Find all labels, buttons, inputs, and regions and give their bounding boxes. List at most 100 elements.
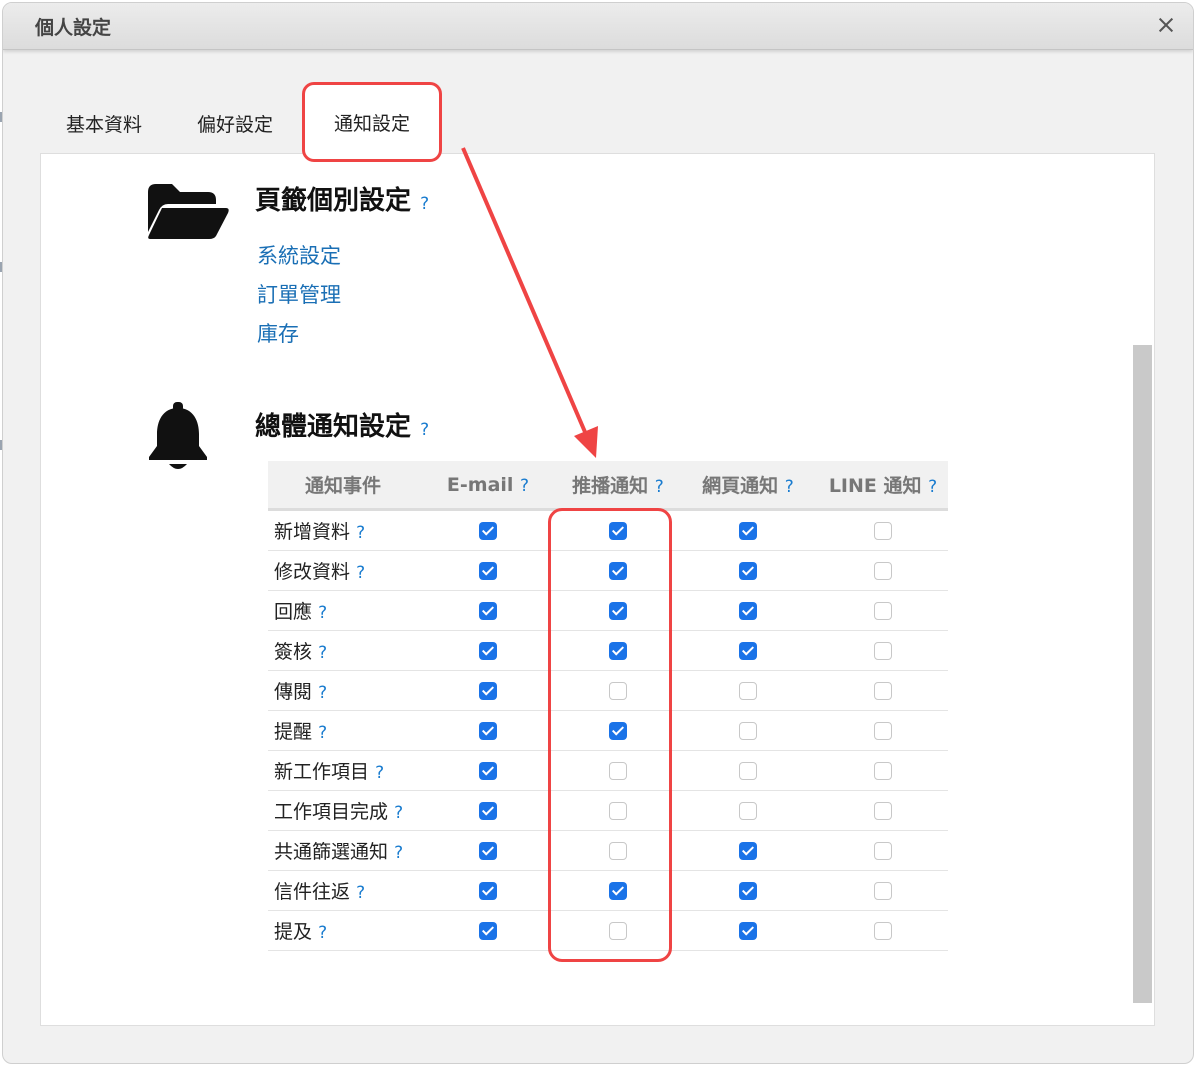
web-checkbox[interactable] <box>739 642 757 660</box>
email-checkbox[interactable] <box>479 882 497 900</box>
email-checkbox[interactable] <box>479 722 497 740</box>
push-checkbox[interactable] <box>609 842 627 860</box>
link-system-settings[interactable]: 系統設定 <box>257 240 341 270</box>
web-cell <box>678 750 818 791</box>
email-checkbox[interactable] <box>479 522 497 540</box>
event-label: 簽核 <box>274 641 313 663</box>
email-checkbox[interactable] <box>479 802 497 820</box>
help-icon[interactable]: ? <box>356 523 365 543</box>
event-label: 信件往返 <box>274 881 351 903</box>
web-checkbox[interactable] <box>739 562 757 580</box>
tab-notification-settings[interactable]: 通知設定 <box>302 82 442 162</box>
line-checkbox[interactable] <box>874 562 892 580</box>
push-checkbox[interactable] <box>609 722 627 740</box>
help-icon[interactable]: ? <box>356 883 365 903</box>
web-checkbox[interactable] <box>739 522 757 540</box>
event-cell: 工作項目完成 ? <box>268 790 418 831</box>
table-header-row: 通知事件 E-mail ? 推播通知 ? 網頁通知 ? LINE 通知 ? <box>268 461 948 511</box>
col-header-label: 推播通知 <box>572 475 649 497</box>
email-checkbox[interactable] <box>479 762 497 780</box>
email-cell <box>418 509 558 551</box>
line-cell <box>818 750 948 791</box>
line-checkbox[interactable] <box>874 522 892 540</box>
dialog-titlebar: 個人設定 <box>3 3 1193 50</box>
email-checkbox[interactable] <box>479 682 497 700</box>
event-cell: 共通篩選通知 ? <box>268 830 418 871</box>
help-icon[interactable]: ? <box>928 477 937 497</box>
web-checkbox[interactable] <box>739 802 757 820</box>
push-checkbox[interactable] <box>609 922 627 940</box>
email-cell <box>418 870 558 911</box>
web-cell <box>678 509 818 551</box>
email-checkbox[interactable] <box>479 602 497 620</box>
background-edge-mark <box>0 112 2 122</box>
line-checkbox[interactable] <box>874 842 892 860</box>
email-checkbox[interactable] <box>479 842 497 860</box>
push-checkbox[interactable] <box>609 682 627 700</box>
email-checkbox[interactable] <box>479 642 497 660</box>
line-checkbox[interactable] <box>874 762 892 780</box>
email-cell <box>418 830 558 871</box>
help-icon[interactable]: ? <box>318 603 327 623</box>
tab-preferences[interactable]: 偏好設定 <box>197 110 273 137</box>
help-icon[interactable]: ? <box>318 923 327 943</box>
tab-notification-settings-label: 通知設定 <box>333 112 410 135</box>
event-label: 新增資料 <box>274 521 351 543</box>
help-icon[interactable]: ? <box>394 803 403 823</box>
push-checkbox[interactable] <box>609 602 627 620</box>
help-icon[interactable]: ? <box>356 563 365 583</box>
email-cell <box>418 750 558 791</box>
help-icon[interactable]: ? <box>420 420 429 440</box>
link-inventory[interactable]: 庫存 <box>257 318 299 348</box>
push-checkbox[interactable] <box>609 762 627 780</box>
line-checkbox[interactable] <box>874 882 892 900</box>
table-row: 提醒 ? <box>268 710 948 751</box>
help-icon[interactable]: ? <box>785 477 794 497</box>
vertical-scrollbar[interactable] <box>1133 345 1152 1003</box>
table-row: 新工作項目 ? <box>268 750 948 791</box>
help-icon[interactable]: ? <box>520 476 529 496</box>
web-checkbox[interactable] <box>739 682 757 700</box>
email-checkbox[interactable] <box>479 562 497 580</box>
help-icon[interactable]: ? <box>318 683 327 703</box>
table-row: 修改資料 ? <box>268 550 948 591</box>
help-icon[interactable]: ? <box>394 843 403 863</box>
push-checkbox[interactable] <box>609 522 627 540</box>
web-checkbox[interactable] <box>739 882 757 900</box>
line-checkbox[interactable] <box>874 802 892 820</box>
event-cell: 回應 ? <box>268 590 418 631</box>
email-cell <box>418 630 558 671</box>
folder-open-icon <box>148 184 229 239</box>
push-checkbox[interactable] <box>609 642 627 660</box>
line-checkbox[interactable] <box>874 642 892 660</box>
table-row: 回應 ? <box>268 590 948 631</box>
web-cell <box>678 630 818 671</box>
event-label: 傳閱 <box>274 681 313 703</box>
push-checkbox[interactable] <box>609 562 627 580</box>
tab-basic-info[interactable]: 基本資料 <box>66 110 142 137</box>
push-checkbox[interactable] <box>609 802 627 820</box>
help-icon[interactable]: ? <box>420 194 429 214</box>
help-icon[interactable]: ? <box>318 723 327 743</box>
push-cell <box>558 710 678 751</box>
email-checkbox[interactable] <box>479 922 497 940</box>
help-icon[interactable]: ? <box>375 763 384 783</box>
help-icon[interactable]: ? <box>655 477 664 497</box>
close-icon[interactable] <box>1155 14 1177 36</box>
web-cell <box>678 790 818 831</box>
web-checkbox[interactable] <box>739 602 757 620</box>
web-checkbox[interactable] <box>739 762 757 780</box>
push-checkbox[interactable] <box>609 882 627 900</box>
web-checkbox[interactable] <box>739 722 757 740</box>
tab-settings-title-text: 頁籤個別設定 <box>255 186 412 216</box>
web-checkbox[interactable] <box>739 842 757 860</box>
help-icon[interactable]: ? <box>318 643 327 663</box>
web-checkbox[interactable] <box>739 922 757 940</box>
line-checkbox[interactable] <box>874 682 892 700</box>
link-order-management[interactable]: 訂單管理 <box>257 279 341 309</box>
line-checkbox[interactable] <box>874 722 892 740</box>
event-label: 工作項目完成 <box>274 801 389 823</box>
line-checkbox[interactable] <box>874 602 892 620</box>
line-checkbox[interactable] <box>874 922 892 940</box>
event-cell: 信件往返 ? <box>268 870 418 911</box>
